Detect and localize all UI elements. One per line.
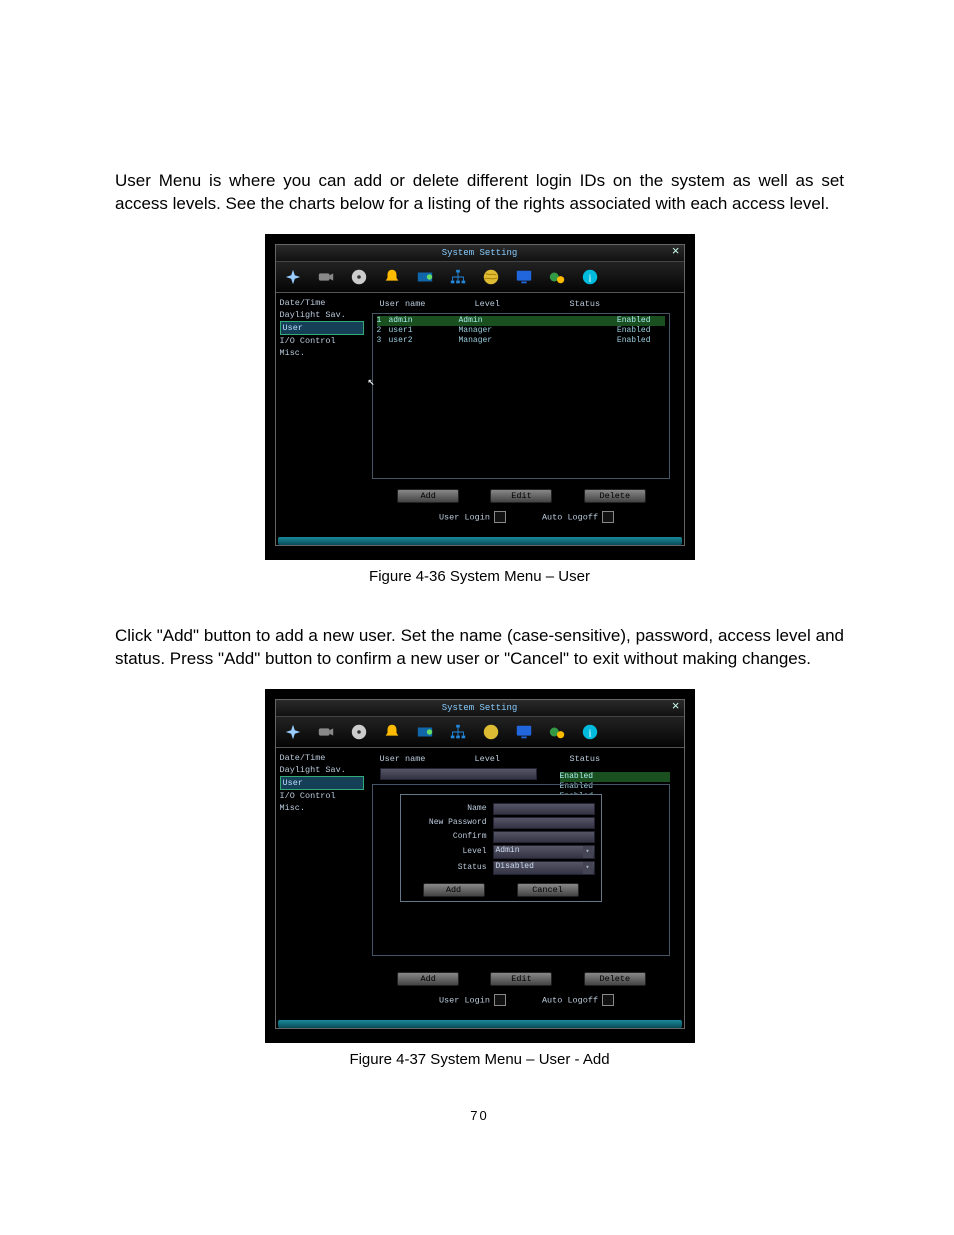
bottom-accent-bar: [278, 537, 682, 545]
table-row[interactable]: 3 user2 Manager Enabled: [377, 336, 665, 346]
toolbar: ↖ i: [276, 717, 684, 748]
network-icon[interactable]: [449, 268, 467, 286]
sparkle-icon[interactable]: [284, 268, 302, 286]
sidebar-item-daylight[interactable]: Daylight Sav.: [280, 764, 370, 776]
sparkle-icon[interactable]: [284, 723, 302, 741]
main-pane: User name Level Status 1 admin Admin Ena…: [370, 297, 684, 525]
camera-icon[interactable]: [317, 268, 335, 286]
window-titlebar: System Setting ×: [276, 245, 684, 262]
figure-2-caption: Figure 4-37 System Menu – User - Add: [115, 1051, 844, 1068]
cursor-icon: ↖: [368, 374, 375, 389]
svg-text:i: i: [588, 272, 591, 284]
disc-icon[interactable]: [350, 723, 368, 741]
window-title: System Setting: [442, 703, 518, 713]
gears-icon[interactable]: [548, 723, 566, 741]
window-title: System Setting: [442, 248, 518, 258]
username-input-top[interactable]: [380, 768, 537, 780]
monitor-icon[interactable]: [515, 723, 533, 741]
chevron-down-icon: ▾: [583, 846, 593, 858]
sidebar-item-io[interactable]: I/O Control: [280, 790, 370, 802]
sidebar-item-io[interactable]: I/O Control: [280, 335, 370, 347]
close-icon[interactable]: ×: [672, 245, 680, 259]
label-level: Level: [407, 847, 493, 856]
name-input[interactable]: [493, 803, 595, 815]
globe-icon[interactable]: [482, 268, 500, 286]
sidebar-item-misc[interactable]: Misc.: [280, 347, 370, 359]
password-input[interactable]: [493, 817, 595, 829]
label-confirm: Confirm: [407, 832, 493, 841]
label-status: Status: [407, 863, 493, 872]
delete-button[interactable]: Delete: [584, 489, 646, 503]
add-user-dialog: Name New Password Confirm LevelAdmin▾ St…: [400, 794, 602, 902]
table-row[interactable]: 2 user1 Manager Enabled: [377, 326, 665, 336]
chevron-down-icon: ▾: [583, 862, 593, 874]
bottom-accent-bar: [278, 1020, 682, 1028]
table-row[interactable]: 1 admin Admin Enabled: [377, 316, 665, 326]
camera-icon[interactable]: [317, 723, 335, 741]
edit-button[interactable]: Edit: [490, 489, 552, 503]
network-icon[interactable]: [449, 723, 467, 741]
svg-text:i: i: [588, 727, 591, 739]
figure-2: System Setting × ↖ i Date/Time Dayligh: [265, 689, 695, 1043]
cursor-icon: ↖: [36, 4, 42, 16]
add-button[interactable]: Add: [397, 489, 459, 503]
gears-icon[interactable]: [548, 268, 566, 286]
user-list[interactable]: 1 admin Admin Enabled 2 user1 Manager En…: [372, 313, 670, 479]
sidebar: Date/Time Daylight Sav. User I/O Control…: [276, 752, 370, 1008]
delete-button[interactable]: Delete: [584, 972, 646, 986]
auto-logoff-check[interactable]: Auto Logoff: [542, 511, 614, 523]
main-pane: User name Level Status Enabled Enabled E…: [370, 752, 684, 1008]
record-icon[interactable]: [416, 723, 434, 741]
auto-logoff-check[interactable]: Auto Logoff: [542, 994, 614, 1006]
disc-icon[interactable]: [350, 268, 368, 286]
bell-icon[interactable]: [383, 268, 401, 286]
sidebar-item-misc[interactable]: Misc.: [280, 802, 370, 814]
user-login-check[interactable]: User Login: [439, 511, 506, 523]
figure-1: System Setting × i Date/Time Daylight Sa…: [265, 234, 695, 560]
toolbar: i: [276, 262, 684, 293]
figure-1-caption: Figure 4-36 System Menu – User: [115, 568, 844, 585]
bell-icon[interactable]: [383, 723, 401, 741]
label-newpw: New Password: [407, 818, 493, 827]
confirm-input[interactable]: [493, 831, 595, 843]
sidebar-item-user[interactable]: User: [280, 776, 364, 790]
level-select[interactable]: Admin▾: [493, 845, 595, 859]
status-select[interactable]: Disabled▾: [493, 861, 595, 875]
col-header-status: Status: [570, 299, 682, 309]
col-header-level: Level: [475, 754, 570, 764]
info-icon[interactable]: i: [581, 268, 599, 286]
user-login-check[interactable]: User Login: [439, 994, 506, 1006]
page-number: 70: [115, 1108, 844, 1123]
edit-button[interactable]: Edit: [490, 972, 552, 986]
col-header-user: User name: [380, 299, 475, 309]
dialog-cancel-button[interactable]: Cancel: [517, 883, 579, 897]
label-name: Name: [407, 804, 493, 813]
globe-icon[interactable]: [482, 723, 500, 741]
window-titlebar: System Setting ×: [276, 700, 684, 717]
monitor-icon[interactable]: [515, 268, 533, 286]
sidebar-item-user[interactable]: User: [280, 321, 364, 335]
sidebar: Date/Time Daylight Sav. User I/O Control…: [276, 297, 370, 525]
add-button[interactable]: Add: [397, 972, 459, 986]
sidebar-item-datetime[interactable]: Date/Time: [280, 297, 370, 309]
info-icon[interactable]: i: [581, 723, 599, 741]
col-header-level: Level: [475, 299, 570, 309]
sidebar-item-datetime[interactable]: Date/Time: [280, 752, 370, 764]
close-icon[interactable]: ×: [672, 700, 680, 714]
dialog-add-button[interactable]: Add: [423, 883, 485, 897]
sidebar-item-daylight[interactable]: Daylight Sav.: [280, 309, 370, 321]
intro-paragraph-2: Click "Add" button to add a new user. Se…: [115, 625, 844, 671]
col-header-user: User name: [380, 754, 475, 764]
col-header-status: Status: [570, 754, 682, 764]
intro-paragraph-1: User Menu is where you can add or delete…: [115, 170, 844, 216]
record-icon[interactable]: [416, 268, 434, 286]
